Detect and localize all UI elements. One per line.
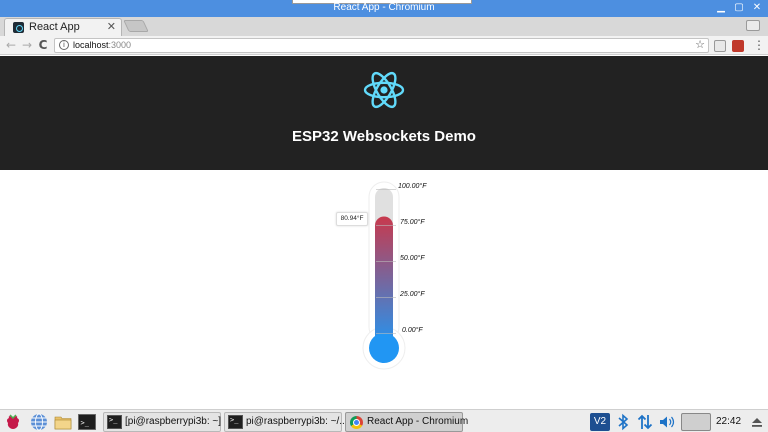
taskbar-item-chromium[interactable]: React App - Chromium [345, 412, 468, 432]
app-header: ESP32 Websockets Demo [0, 56, 768, 170]
react-atom-icon [363, 71, 405, 109]
reload-button[interactable]: C [36, 38, 50, 52]
tick-line [376, 333, 396, 334]
cpu-monitor-graph [681, 413, 711, 431]
eject-icon[interactable] [748, 413, 766, 431]
window-title: React App - Chromium [333, 2, 435, 13]
new-tab-button[interactable] [123, 20, 149, 32]
task-label: [pi@raspberrypi3b: ~] [125, 416, 222, 427]
site-info-icon[interactable]: i [59, 40, 69, 50]
svg-text:>_: >_ [81, 419, 90, 427]
screen: React App - Chromium ▁ ▢ ✕ React App ✕ ←… [0, 0, 768, 432]
clock: 22:42 [716, 416, 742, 427]
current-temperature-badge: 80.94°F [336, 212, 368, 226]
taskbar: >_ [pi@raspberrypi3b: ~] pi@raspberrypi3… [0, 409, 768, 432]
tab-strip: React App ✕ [0, 17, 768, 36]
thermometer [362, 181, 406, 370]
tick-label-75: 75.00°F [400, 219, 425, 226]
terminal-icon [107, 415, 122, 429]
close-window-button[interactable]: ✕ [750, 1, 764, 15]
bluetooth-icon[interactable] [614, 413, 632, 431]
file-manager-icon[interactable] [54, 413, 72, 431]
tick-label-25: 25.00°F [400, 291, 425, 298]
url-port: :3000 [108, 40, 132, 50]
maximize-button[interactable]: ▢ [732, 1, 746, 15]
bookmark-star-icon[interactable]: ☆ [695, 38, 705, 51]
task-label: React App - Chromium [367, 416, 469, 427]
react-favicon-icon [13, 22, 24, 33]
network-arrows-icon[interactable] [636, 413, 654, 431]
tick-line [376, 225, 396, 226]
raspberry-menu-icon[interactable] [4, 413, 22, 431]
tick-line [376, 189, 396, 190]
profile-icon[interactable] [746, 20, 760, 31]
ublock-extension-icon[interactable] [732, 40, 744, 52]
volume-icon[interactable] [658, 413, 676, 431]
url-text: localhost:3000 [73, 40, 131, 50]
terminal-icon[interactable]: >_ [78, 413, 96, 431]
back-button[interactable]: ← [4, 38, 18, 52]
page-title: ESP32 Websockets Demo [292, 128, 476, 145]
tick-label-50: 50.00°F [400, 255, 425, 262]
thermometer-bulb [369, 333, 399, 363]
address-bar[interactable]: i localhost:3000 ☆ [54, 38, 709, 53]
tick-line [376, 297, 396, 298]
task-label: pi@raspberrypi3b: ~/... [246, 416, 348, 427]
tab-label: React App [29, 21, 80, 33]
window-title-bar: React App - Chromium ▁ ▢ ✕ [0, 0, 768, 17]
tick-label-0: 0.00°F [402, 327, 423, 334]
vnc-icon[interactable]: V2 [590, 413, 610, 431]
forward-button[interactable]: → [20, 38, 34, 52]
url-host: localhost [73, 40, 109, 50]
menu-button[interactable]: ⋮ [752, 38, 766, 52]
tick-line [376, 261, 396, 262]
taskbar-item-terminal-1[interactable]: [pi@raspberrypi3b: ~] [103, 412, 221, 432]
terminal-icon [228, 415, 243, 429]
extension-icon[interactable] [714, 40, 726, 52]
web-browser-icon[interactable] [30, 413, 48, 431]
chromium-icon [350, 416, 363, 429]
tab-close-icon[interactable]: ✕ [107, 20, 116, 33]
taskbar-item-terminal-2[interactable]: pi@raspberrypi3b: ~/... [224, 412, 348, 432]
thermometer-mercury [375, 216, 393, 348]
tab-react-app[interactable]: React App ✕ [4, 18, 122, 36]
tick-label-100: 100.00°F [398, 183, 427, 190]
browser-toolbar: ← → C i localhost:3000 ☆ ⋮ [0, 36, 768, 55]
minimize-button[interactable]: ▁ [714, 1, 728, 15]
